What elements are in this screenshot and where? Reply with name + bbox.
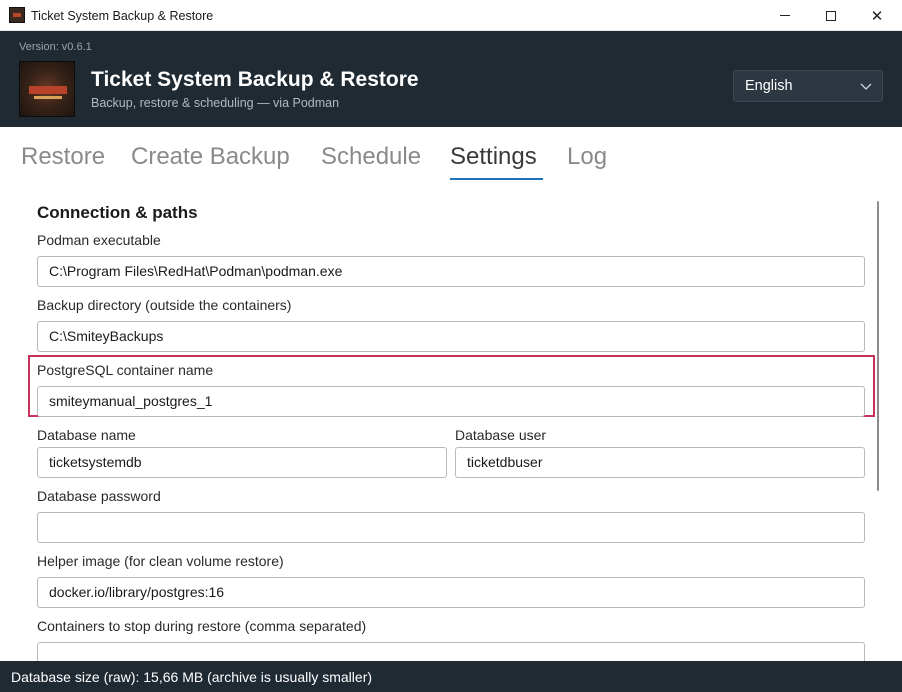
backup-dir-value: C:\SmiteyBackups — [49, 328, 164, 344]
helper-image-label: Helper image (for clean volume restore) — [37, 553, 284, 569]
chevron-down-icon — [860, 83, 872, 90]
db-password-input[interactable] — [37, 512, 865, 543]
app-subtitle: Backup, restore & scheduling — via Podma… — [91, 96, 340, 110]
logo-band-secondary — [34, 96, 62, 99]
db-user-label: Database user — [455, 427, 547, 443]
tab-create-backup[interactable]: Create Backup — [131, 143, 290, 171]
language-select[interactable]: English — [733, 70, 883, 102]
tab-settings[interactable]: Settings — [450, 143, 537, 171]
tab-bar: Restore Create Backup Schedule Settings … — [0, 127, 902, 183]
db-user-value: ticketdbuser — [467, 454, 543, 470]
tab-restore[interactable]: Restore — [21, 143, 105, 171]
db-user-input[interactable]: ticketdbuser — [455, 447, 865, 478]
status-text: Database size (raw): 15,66 MB (archive i… — [11, 669, 373, 685]
app-icon — [9, 7, 25, 23]
db-name-label: Database name — [37, 427, 136, 443]
language-value: English — [745, 78, 793, 94]
logo-band — [29, 86, 67, 94]
pg-container-value: smiteymanual_postgres_1 — [49, 393, 213, 409]
tab-schedule[interactable]: Schedule — [321, 143, 421, 171]
window-title: Ticket System Backup & Restore — [31, 9, 214, 23]
maximize-button[interactable] — [808, 0, 854, 31]
app-logo — [19, 61, 75, 117]
active-tab-indicator — [450, 178, 543, 180]
podman-exe-value: C:\Program Files\RedHat\Podman\podman.ex… — [49, 263, 343, 279]
minimize-button[interactable] — [762, 0, 808, 31]
backup-dir-input[interactable]: C:\SmiteyBackups — [37, 321, 865, 352]
db-name-input[interactable]: ticketsystemdb — [37, 447, 447, 478]
minimize-icon — [780, 15, 790, 16]
window-titlebar: Ticket System Backup & Restore ✕ — [0, 0, 902, 31]
pg-container-label: PostgreSQL container name — [37, 362, 214, 378]
containers-stop-input[interactable] — [37, 642, 865, 661]
app-title: Ticket System Backup & Restore — [91, 68, 419, 91]
containers-stop-label: Containers to stop during restore (comma… — [37, 618, 367, 634]
version-label: Version: v0.6.1 — [19, 41, 92, 53]
close-button[interactable]: ✕ — [854, 0, 900, 31]
settings-panel: Connection & paths Podman executable C:\… — [0, 183, 902, 661]
db-password-label: Database password — [37, 488, 161, 504]
app-header: Version: v0.6.1 Ticket System Backup & R… — [0, 31, 902, 127]
vertical-scrollbar[interactable] — [877, 201, 879, 491]
helper-image-value: docker.io/library/postgres:16 — [49, 584, 225, 600]
db-name-value: ticketsystemdb — [49, 454, 142, 470]
pg-container-input[interactable]: smiteymanual_postgres_1 — [37, 386, 865, 417]
status-bar: Database size (raw): 15,66 MB (archive i… — [0, 661, 902, 692]
maximize-icon — [826, 10, 836, 21]
podman-exe-label: Podman executable — [37, 232, 161, 248]
tab-log[interactable]: Log — [567, 143, 607, 171]
podman-exe-input[interactable]: C:\Program Files\RedHat\Podman\podman.ex… — [37, 256, 865, 287]
helper-image-input[interactable]: docker.io/library/postgres:16 — [37, 577, 865, 608]
backup-dir-label: Backup directory (outside the containers… — [37, 297, 292, 313]
close-icon: ✕ — [870, 6, 884, 25]
section-title: Connection & paths — [37, 203, 198, 222]
